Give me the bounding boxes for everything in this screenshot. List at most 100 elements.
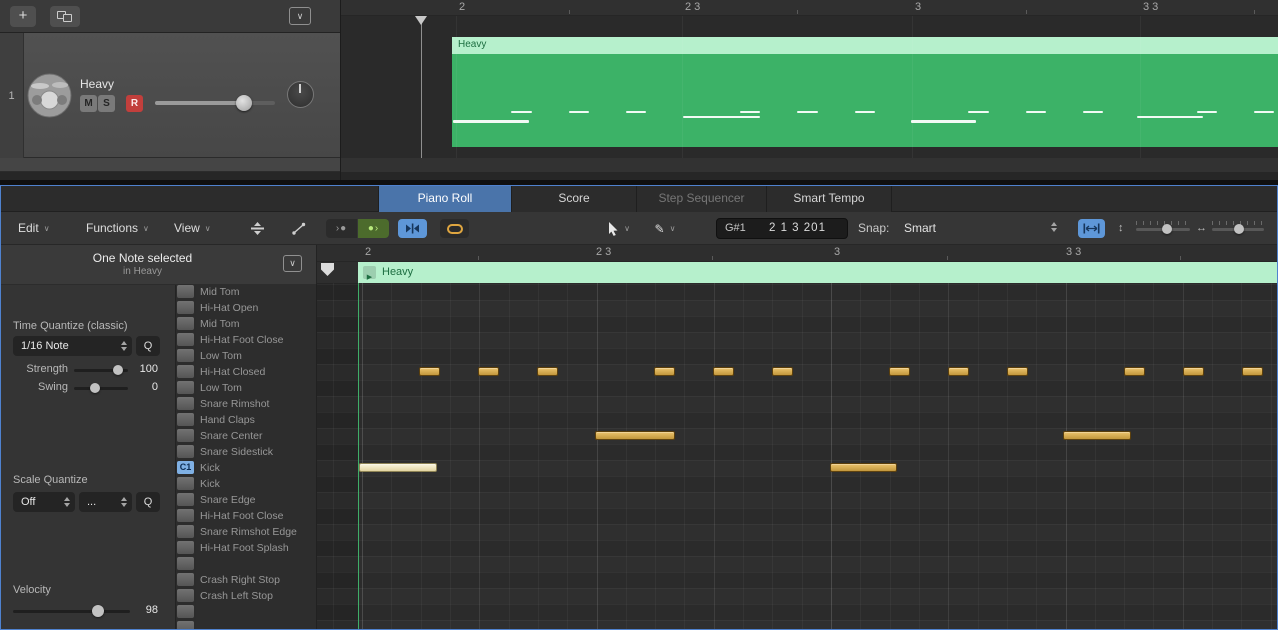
- pointer-tool-button[interactable]: ∨: [600, 219, 638, 238]
- lane-name[interactable]: Hi-Hat Foot Splash: [196, 540, 316, 556]
- loop-button[interactable]: [440, 219, 469, 238]
- quantize-apply-button[interactable]: Q: [136, 336, 160, 356]
- drum-key[interactable]: [177, 413, 194, 426]
- functions-menu[interactable]: Functions∨: [86, 212, 149, 245]
- zoom-to-fit-button[interactable]: [1078, 219, 1105, 238]
- midi-note[interactable]: [537, 367, 558, 376]
- track-name[interactable]: Heavy: [80, 77, 114, 91]
- drum-key[interactable]: [177, 365, 194, 378]
- lane-name[interactable]: Snare Edge: [196, 492, 316, 508]
- midi-note[interactable]: [478, 367, 499, 376]
- drum-key[interactable]: [177, 381, 194, 394]
- midi-thru-button[interactable]: ●›: [358, 219, 389, 238]
- lane-name[interactable]: Hand Claps: [196, 412, 316, 428]
- midi-in-button[interactable]: ›●: [326, 219, 357, 238]
- drum-key[interactable]: [177, 301, 194, 314]
- lane-name[interactable]: [196, 556, 316, 572]
- lane-name[interactable]: Low Tom: [196, 348, 316, 364]
- editor-ruler[interactable]: 22 333 3: [317, 245, 1278, 262]
- midi-note[interactable]: [419, 367, 440, 376]
- lane-name[interactable]: Hi-Hat Foot Close: [196, 332, 316, 348]
- scale-apply-button[interactable]: Q: [136, 492, 160, 512]
- add-track-button[interactable]: +: [10, 6, 36, 27]
- drum-key[interactable]: [177, 589, 194, 602]
- editor-region-header[interactable]: ▶ Heavy: [358, 262, 1278, 283]
- mute-button[interactable]: M: [80, 95, 97, 112]
- drum-key[interactable]: [177, 429, 194, 442]
- piano-roll-grid[interactable]: [317, 283, 1278, 630]
- midi-draw-button[interactable]: [286, 219, 312, 238]
- drum-key[interactable]: [177, 285, 194, 298]
- region-body[interactable]: [452, 54, 1278, 147]
- drum-key[interactable]: [177, 445, 194, 458]
- scroll-to-selection-button[interactable]: [398, 219, 427, 238]
- timeline-ruler[interactable]: 22 333 3: [340, 0, 1278, 16]
- drum-key-selected[interactable]: C1: [177, 461, 194, 474]
- scale-root-dropdown[interactable]: Off: [13, 492, 75, 512]
- region-header[interactable]: Heavy: [452, 37, 1278, 54]
- collapse-mode-button[interactable]: [244, 219, 270, 238]
- midi-note[interactable]: [1007, 367, 1028, 376]
- track-panel-options-button[interactable]: ∨: [289, 7, 311, 25]
- drum-key[interactable]: [177, 477, 194, 490]
- midi-note[interactable]: [713, 367, 734, 376]
- midi-note[interactable]: [948, 367, 969, 376]
- lane-name[interactable]: Crash Right Stop: [196, 572, 316, 588]
- midi-note[interactable]: [772, 367, 793, 376]
- midi-note[interactable]: [1124, 367, 1145, 376]
- tab-piano-roll[interactable]: Piano Roll: [378, 185, 511, 212]
- edit-menu[interactable]: Edit∨: [18, 212, 50, 245]
- midi-note[interactable]: [654, 367, 675, 376]
- drum-key[interactable]: [177, 493, 194, 506]
- drum-key[interactable]: [177, 621, 194, 630]
- lane-name[interactable]: Snare Rimshot: [196, 396, 316, 412]
- snap-dropdown[interactable]: Smart: [900, 212, 1065, 245]
- vertical-zoom-thumb[interactable]: [1162, 224, 1172, 234]
- midi-region[interactable]: Heavy: [452, 37, 1278, 147]
- midi-note[interactable]: [1242, 367, 1263, 376]
- solo-button[interactable]: S: [98, 95, 115, 112]
- volume-slider-thumb[interactable]: [236, 95, 252, 111]
- time-quantize-dropdown[interactable]: 1/16 Note: [13, 336, 132, 356]
- lane-name[interactable]: [196, 604, 316, 620]
- midi-note[interactable]: [595, 431, 675, 440]
- lane-name[interactable]: Snare Sidestick: [196, 444, 316, 460]
- record-enable-button[interactable]: R: [126, 95, 143, 112]
- inspector-menu-button[interactable]: ∨: [283, 255, 302, 272]
- track-header[interactable]: 1 Heavy M S R: [0, 33, 340, 158]
- drum-key[interactable]: [177, 349, 194, 362]
- lane-name[interactable]: Hi-Hat Open: [196, 300, 316, 316]
- lane-name[interactable]: Snare Rimshot Edge: [196, 524, 316, 540]
- drum-key[interactable]: [177, 397, 194, 410]
- lane-name[interactable]: [196, 620, 316, 630]
- drum-key[interactable]: [177, 573, 194, 586]
- midi-note[interactable]: [1183, 367, 1204, 376]
- swing-thumb[interactable]: [90, 383, 100, 393]
- lane-name[interactable]: Low Tom: [196, 380, 316, 396]
- volume-slider[interactable]: [155, 93, 275, 113]
- lane-name[interactable]: Mid Tom: [196, 284, 316, 300]
- scale-type-dropdown[interactable]: ...: [79, 492, 132, 512]
- drum-key[interactable]: [177, 509, 194, 522]
- velocity-slider[interactable]: [13, 610, 130, 613]
- drum-key[interactable]: [177, 333, 194, 346]
- lane-name[interactable]: Snare Center: [196, 428, 316, 444]
- drum-key[interactable]: [177, 557, 194, 570]
- pan-knob[interactable]: [287, 81, 314, 108]
- region-play-button[interactable]: ▶: [363, 266, 376, 279]
- drum-key[interactable]: [177, 541, 194, 554]
- lane-name[interactable]: Hi-Hat Foot Close: [196, 508, 316, 524]
- midi-note[interactable]: [1063, 431, 1131, 440]
- drum-key[interactable]: [177, 605, 194, 618]
- strength-thumb[interactable]: [113, 365, 123, 375]
- horizontal-zoom-thumb[interactable]: [1234, 224, 1244, 234]
- midi-note[interactable]: [359, 463, 437, 472]
- tab-smart-tempo[interactable]: Smart Tempo: [766, 185, 892, 212]
- editor-playhead-marker[interactable]: [321, 263, 334, 276]
- tab-score[interactable]: Score: [511, 185, 636, 212]
- drum-key[interactable]: [177, 317, 194, 330]
- lane-name[interactable]: Hi-Hat Closed: [196, 364, 316, 380]
- lane-name[interactable]: Mid Tom: [196, 316, 316, 332]
- lane-name[interactable]: Kick: [196, 460, 316, 476]
- lane-name[interactable]: Kick: [196, 476, 316, 492]
